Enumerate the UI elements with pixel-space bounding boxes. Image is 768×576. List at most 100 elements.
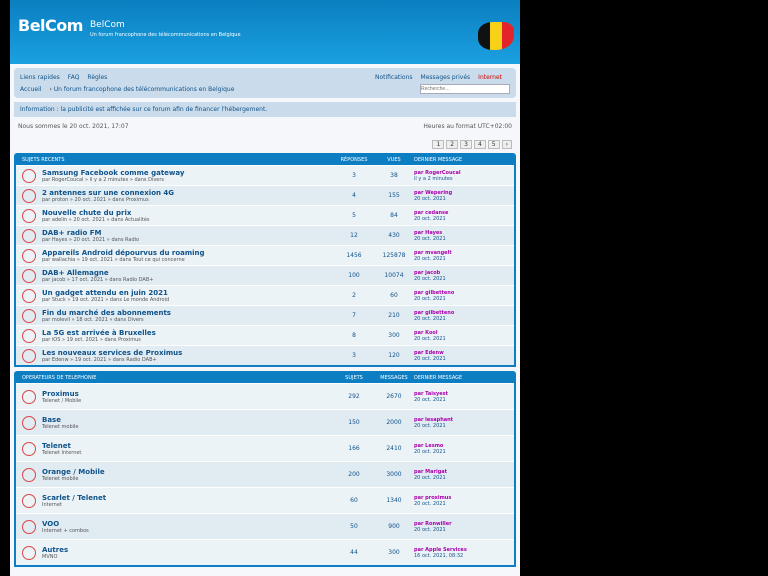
topic-subtitle: par Hayes » 20 oct. 2021 » dans Radio: [42, 236, 140, 243]
topic-row[interactable]: Nouvelle chute du prix par adelin » 20 oc…: [16, 205, 514, 225]
topic-row[interactable]: Un gadget attendu en juin 2021 par Stuck …: [16, 285, 514, 305]
last-post-date: 20 oct. 2021: [414, 355, 446, 362]
last-post-author[interactable]: par Ronwiller: [414, 521, 452, 527]
belgium-map-icon: [478, 22, 514, 50]
navbar: Liens rapides FAQ Règles Notifications Mess…: [14, 68, 516, 98]
last-post-date: il y a 2 minutes: [414, 175, 453, 182]
topic-title[interactable]: Appareils Android dépourvus du roaming: [42, 249, 334, 257]
last-post-author[interactable]: par Wepering: [414, 190, 452, 196]
last-post-author[interactable]: par Lesmo: [414, 443, 443, 449]
last-post-author[interactable]: par Apple Services: [414, 547, 467, 553]
last-post-author[interactable]: par gilbetteno: [414, 310, 454, 316]
forum-title[interactable]: Orange / Mobile: [42, 468, 334, 476]
breadcrumb-forum[interactable]: Un forum francophone des télécommunicati…: [54, 86, 235, 93]
topic-status-icon: [22, 188, 36, 203]
forum-count-2: 300: [388, 549, 400, 556]
topic-subtitle: par iOS » 19 oct. 2021 » dans Proximus: [42, 336, 141, 343]
forum-title[interactable]: Scarlet / Telenet: [42, 494, 334, 502]
topic-title[interactable]: 2 antennes sur une connexion 4G: [42, 189, 334, 197]
topic-row[interactable]: Appareils Android dépourvus du roaming pa…: [16, 245, 514, 265]
last-post-date: 20 oct. 2021: [414, 215, 446, 222]
last-post-author[interactable]: par Hayes: [414, 230, 442, 236]
topic-row[interactable]: DAB+ Allemagne par jacob » 17 oct. 2021 »…: [16, 265, 514, 285]
nav-quick-links[interactable]: Liens rapides: [20, 74, 60, 81]
forum-page: BelCom BelCom Un forum francophone des t…: [10, 0, 520, 576]
topic-title[interactable]: Fin du marché des abonnements: [42, 309, 334, 317]
last-post-date: 16 oct. 2021, 08:32: [414, 552, 464, 559]
forum-title[interactable]: Telenet: [42, 442, 334, 450]
topic-row[interactable]: DAB+ radio FM par Hayes » 20 oct. 2021 » …: [16, 225, 514, 245]
forum-title[interactable]: Autres: [42, 546, 334, 554]
search-input[interactable]: [420, 84, 510, 94]
last-post-author[interactable]: par Marigat: [414, 469, 447, 475]
topic-row[interactable]: Fin du marché des abonnements par molevil…: [16, 305, 514, 325]
forum-title[interactable]: Proximus: [42, 390, 334, 398]
topic-title[interactable]: DAB+ radio FM: [42, 229, 334, 237]
topic-count-2: 60: [390, 292, 398, 299]
forum-row[interactable]: Telenet Telenet Internet 166 2410 par Les…: [16, 435, 514, 461]
forum-title[interactable]: Base: [42, 416, 334, 424]
page-button[interactable]: 5: [487, 140, 500, 149]
nav-notifications[interactable]: Notifications: [375, 74, 413, 81]
last-post-author[interactable]: par Taisyest: [414, 391, 448, 397]
last-post-author[interactable]: par RogerCoucal: [414, 170, 461, 176]
nav-internet[interactable]: Internet: [478, 74, 502, 81]
nav-faq[interactable]: FAQ: [68, 74, 80, 81]
last-post-author[interactable]: par mvangelt: [414, 250, 452, 256]
last-post-author[interactable]: par Kool: [414, 330, 438, 336]
topic-count-2: 84: [390, 212, 398, 219]
forum-row[interactable]: Proximus Telenet / Mobile 292 2670 par Ta…: [16, 383, 514, 409]
last-post-author[interactable]: par proximus: [414, 495, 451, 501]
topic-status-icon: [22, 328, 36, 343]
forum-row[interactable]: Autres MVNO 44 300 par Apple Services 16 o…: [16, 539, 514, 565]
topic-row[interactable]: Samsung Facebook comme gateway par RogerC…: [16, 165, 514, 185]
topic-subtitle: par Stuck » 19 oct. 2021 » dans Le monde…: [42, 296, 170, 303]
topic-subtitle: par RogerCoucal » il y a 2 minutes » dan…: [42, 176, 165, 183]
forums-section: Opérateurs de téléphonie Sujets Messages De…: [14, 371, 516, 567]
topic-row[interactable]: 2 antennes sur une connexion 4G par proto…: [16, 185, 514, 205]
topic-status-icon: [22, 208, 36, 223]
breadcrumb-home[interactable]: Accueil: [20, 86, 41, 93]
topic-count-2: 125878: [382, 252, 406, 259]
last-post-date: 20 oct. 2021: [414, 255, 446, 262]
page-button[interactable]: ›: [501, 140, 512, 149]
forum-row[interactable]: Base Telenet mobile 150 2000 par lesaphan…: [16, 409, 514, 435]
last-post-date: 20 oct. 2021: [414, 396, 446, 403]
topic-title[interactable]: DAB+ Allemagne: [42, 269, 334, 277]
forum-subtitle: Telenet / Mobile: [42, 397, 82, 404]
last-post-author[interactable]: par jacob: [414, 270, 440, 276]
last-post-author[interactable]: par lesaphant: [414, 417, 453, 423]
forum-count-2: 2410: [386, 445, 402, 452]
topic-status-icon: [22, 308, 36, 323]
nav-messages[interactable]: Messages privés: [421, 74, 471, 81]
topic-title[interactable]: Les nouveaux services de Proximus: [42, 349, 334, 357]
last-post-author[interactable]: par Edenw: [414, 350, 444, 356]
topic-count-1: 1456: [346, 252, 362, 259]
forum-title[interactable]: VOO: [42, 520, 334, 528]
topic-status-icon: [22, 288, 36, 303]
page-button[interactable]: 1: [432, 140, 445, 149]
topic-row[interactable]: La 5G est arrivée à Bruxelles par iOS » 1…: [16, 325, 514, 345]
forum-row[interactable]: Orange / Mobile Telenet mobile 200 3000 p…: [16, 461, 514, 487]
forum-subtitle: MVNO: [42, 553, 58, 560]
topic-title[interactable]: Un gadget attendu en juin 2021: [42, 289, 334, 297]
topic-title[interactable]: La 5G est arrivée à Bruxelles: [42, 329, 334, 337]
forum-row[interactable]: Scarlet / Telenet Internet 60 1340 par pr…: [16, 487, 514, 513]
topic-title[interactable]: Nouvelle chute du prix: [42, 209, 334, 217]
forum-row[interactable]: VOO Internet + combos 50 900 par Ronwille…: [16, 513, 514, 539]
forum-status-icon: [22, 493, 36, 508]
nav-rules[interactable]: Règles: [87, 74, 107, 81]
last-post-author[interactable]: par cedanse: [414, 210, 448, 216]
topic-count-1: 5: [352, 212, 356, 219]
page-button[interactable]: 3: [460, 140, 472, 149]
last-post-author[interactable]: par gilbetteno: [414, 290, 454, 296]
timezone: Heures au format UTC+02:00: [423, 123, 512, 130]
col-last-post: Dernier message: [414, 375, 463, 381]
topic-row[interactable]: Les nouveaux services de Proximus par Ede…: [16, 345, 514, 365]
page-button[interactable]: 4: [473, 140, 486, 149]
topic-subtitle: par adelin » 20 oct. 2021 » dans Actuali…: [42, 216, 150, 223]
topic-title[interactable]: Samsung Facebook comme gateway: [42, 169, 334, 177]
page-button[interactable]: 2: [446, 140, 459, 149]
forum-status-icon: [22, 389, 36, 404]
forum-count-2: 2000: [386, 419, 402, 426]
